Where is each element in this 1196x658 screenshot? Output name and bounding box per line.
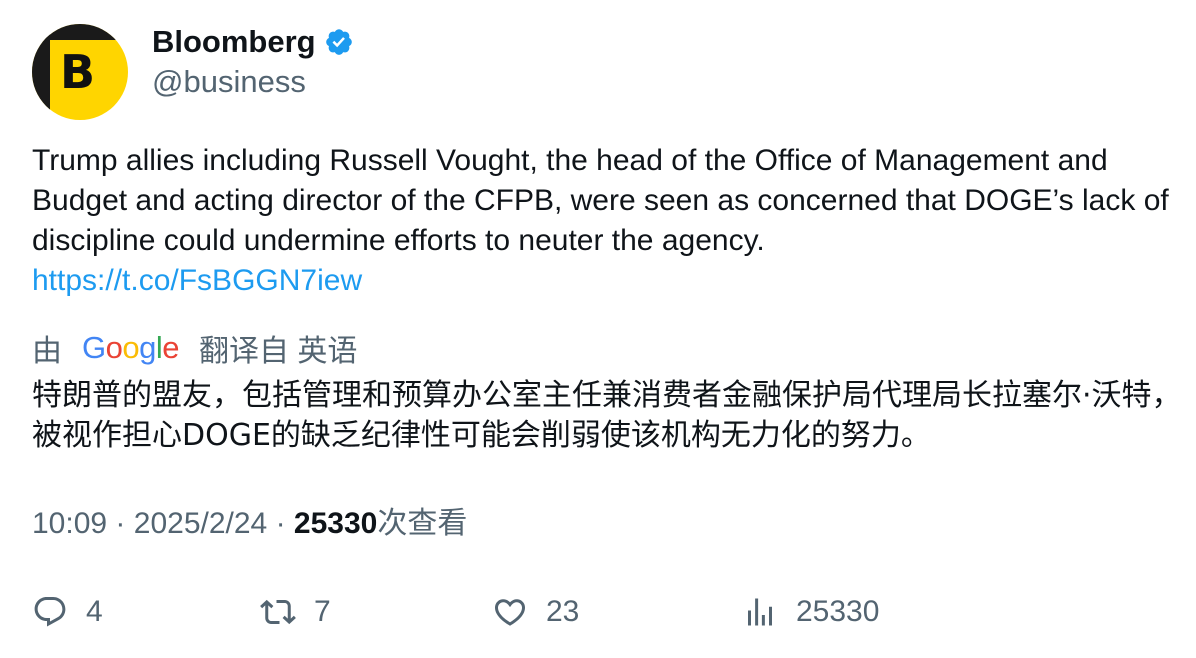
views-button[interactable]: 25330: [742, 592, 879, 632]
like-button[interactable]: 23: [492, 592, 579, 632]
reply-button[interactable]: 4: [32, 592, 103, 632]
retweet-button[interactable]: 7: [260, 592, 331, 632]
tweet-date[interactable]: 2025/2/24: [134, 507, 267, 540]
views-icon: [748, 598, 772, 626]
views-label: 次查看: [377, 507, 468, 540]
retweet-icon: [260, 599, 296, 625]
display-name-row: Bloomberg: [152, 24, 354, 60]
retweet-count: 7: [314, 595, 331, 628]
reply-count: 4: [86, 595, 103, 628]
tweet-header: B Bloomberg @business: [32, 24, 354, 120]
translated-text: 特朗普的盟友，包括管理和预算办公室主任兼消费者金融保护局代理局长拉塞尔·沃特，被…: [32, 378, 1182, 453]
avatar[interactable]: B: [32, 24, 128, 120]
reply-icon: [34, 597, 66, 627]
translation-attribution: 由 Google 翻译自 英语: [32, 328, 357, 368]
avatar-letter: B: [60, 45, 96, 99]
display-name[interactable]: Bloomberg: [152, 24, 316, 60]
meta-separator: ·: [115, 507, 126, 540]
tweet-time[interactable]: 10:09: [32, 507, 107, 540]
translation-suffix: 翻译自 英语: [199, 335, 358, 368]
tweet-body: Trump allies including Russell Vought, t…: [32, 144, 1169, 257]
verified-badge-icon: [324, 27, 354, 57]
tweet-text: Trump allies including Russell Vought, t…: [32, 141, 1172, 301]
like-icon: [494, 599, 526, 626]
like-count: 23: [546, 595, 580, 628]
avatar-shade-top: [32, 24, 128, 40]
tweet-link[interactable]: https://t.co/FsBGGN7iew: [32, 264, 362, 297]
google-logo[interactable]: Google: [82, 330, 180, 366]
meta-separator: ·: [275, 507, 286, 540]
author-names: Bloomberg @business: [152, 24, 354, 100]
views-count: 25330: [293, 507, 378, 540]
views-action-count: 25330: [796, 595, 880, 628]
translation-prefix: 由: [32, 335, 62, 368]
action-bar: 4 7 23 25330: [32, 592, 1172, 632]
handle[interactable]: @business: [152, 64, 354, 100]
tweet-meta: 10:09 · 2025/2/24 · 25330次查看: [32, 504, 467, 544]
